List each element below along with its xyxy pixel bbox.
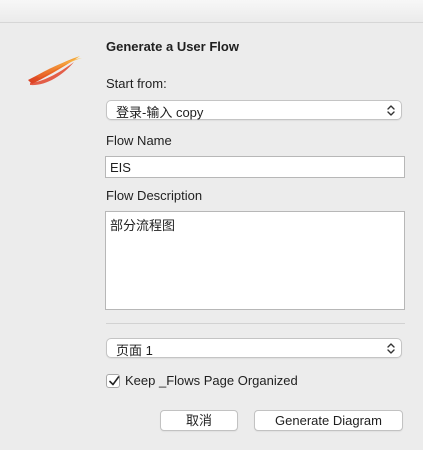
flow-description-value: 部分流程图 <box>110 218 176 233</box>
keep-organized-label[interactable]: Keep _Flows Page Organized <box>125 373 298 388</box>
generate-diagram-button[interactable]: Generate Diagram <box>254 410 403 431</box>
flow-name-field[interactable]: EIS <box>105 156 405 178</box>
start-from-value: 登录-输入 copy <box>116 105 204 120</box>
up-down-chevron-icon <box>385 342 397 355</box>
dialog-title: Generate a User Flow <box>106 39 239 54</box>
cancel-button[interactable]: 取消 <box>160 410 238 431</box>
divider <box>106 323 405 324</box>
generate-user-flow-dialog: Generate a User Flow Start from: 登录-输入 c… <box>0 0 423 450</box>
up-down-chevron-icon <box>385 104 397 117</box>
page-select-value: 页面 1 <box>116 343 153 358</box>
flow-description-label: Flow Description <box>106 188 203 203</box>
checkmark-icon <box>109 376 120 386</box>
flow-name-value: EIS <box>110 160 131 175</box>
window-titlebar[interactable] <box>0 0 423 23</box>
start-from-select[interactable]: 登录-输入 copy <box>106 100 402 120</box>
start-from-label: Start from: <box>106 76 167 91</box>
flow-description-textarea[interactable]: 部分流程图 <box>105 211 405 310</box>
app-logo-icon <box>22 50 86 90</box>
keep-organized-checkbox[interactable] <box>106 374 120 388</box>
page-select[interactable]: 页面 1 <box>106 338 402 358</box>
flow-name-label: Flow Name <box>106 133 172 148</box>
